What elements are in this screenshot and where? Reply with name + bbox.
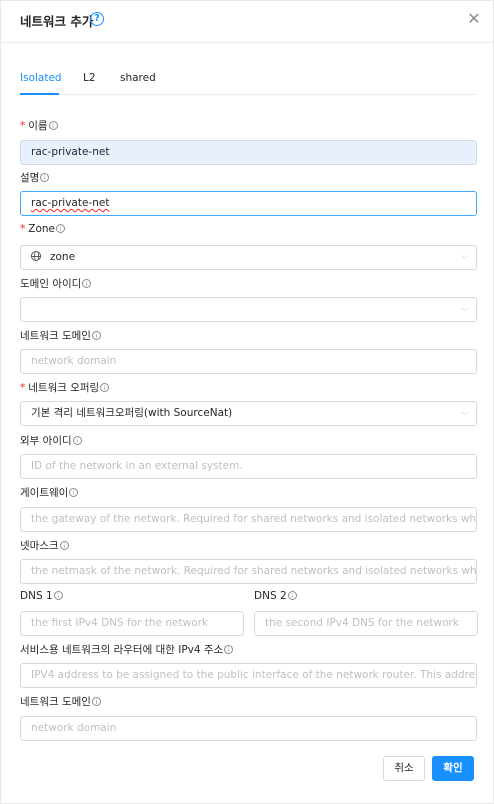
info-icon[interactable]: i [91, 331, 101, 340]
gateway-label: 게이트웨이 i [20, 485, 79, 500]
close-icon[interactable]: ✕ [466, 11, 482, 27]
tab-isolated[interactable]: Isolated [20, 72, 62, 84]
chevron-down-icon: ⌵ [461, 408, 468, 418]
cancel-button[interactable]: 취소 [383, 756, 425, 781]
dns1-input[interactable]: the first IPv4 DNS for the network [20, 611, 244, 636]
description-input[interactable]: rac-private-net [20, 191, 477, 216]
dns1-label: DNS 1i [20, 590, 63, 602]
chevron-down-icon: ⌵ [461, 252, 468, 262]
network-type-tabs: Isolated L2 shared [20, 67, 477, 95]
network-domain-label: 네트워크 도메인 i [20, 328, 101, 343]
info-icon[interactable]: i [91, 697, 101, 706]
tab-l2[interactable]: L2 [83, 72, 96, 84]
chevron-down-icon: ⌵ [461, 304, 468, 314]
external-id-label: 외부 아이디 i [20, 433, 82, 448]
network-domain-input[interactable]: network domain [20, 349, 477, 374]
gateway-input[interactable]: the gateway of the network. Required for… [20, 507, 477, 532]
info-icon[interactable]: i [53, 591, 63, 600]
zone-select[interactable]: zone ⌵ [20, 245, 477, 270]
info-icon[interactable]: i [100, 383, 110, 392]
info-icon[interactable]: i [59, 541, 69, 550]
network-domain-2-label: 네트워크 도메인 i [20, 694, 101, 709]
required-mark: * [20, 223, 26, 235]
description-label: 설명 i [20, 170, 50, 185]
network-offering-select[interactable]: 기본 격리 네트워크오퍼링(with SourceNat) ⌵ [20, 401, 477, 426]
external-id-input[interactable]: ID of the network in an external system. [20, 454, 477, 479]
add-network-dialog: 네트워크 추가 ? ✕ Isolated L2 shared * 이름 i rac-… [0, 0, 494, 804]
tab-shared[interactable]: shared [120, 72, 156, 84]
netmask-label: 넷마스크 i [20, 538, 69, 553]
name-label: * 이름 i [20, 118, 58, 133]
netmask-input[interactable]: the netmask of the network. Required for… [20, 559, 477, 584]
info-icon[interactable]: i [55, 224, 65, 233]
network-domain-2-input[interactable]: network domain [20, 716, 477, 741]
network-offering-label: * 네트워크 오퍼링 i [20, 380, 110, 395]
public-ipv4-input[interactable]: IPV4 address to be assigned to the publi… [20, 663, 477, 688]
dns2-input[interactable]: the second IPv4 DNS for the network [254, 611, 478, 636]
ok-button[interactable]: 확인 [432, 756, 474, 781]
info-icon[interactable]: i [69, 488, 79, 497]
info-icon[interactable]: i [72, 436, 82, 445]
help-icon[interactable]: ? [90, 12, 104, 26]
dialog-title: 네트워크 추가 [20, 14, 94, 29]
globe-icon [31, 251, 41, 261]
public-ipv4-label: 서비스용 네트워크의 라우터에 대한 IPv4 주소 i [20, 642, 234, 657]
required-mark: * [20, 382, 26, 394]
domain-id-select[interactable]: ⌵ [20, 297, 477, 322]
info-icon[interactable]: i [40, 173, 50, 182]
info-icon[interactable]: i [287, 591, 297, 600]
domain-id-label: 도메인 아이디 i [20, 276, 92, 291]
active-tab-indicator [20, 93, 59, 95]
required-mark: * [20, 120, 26, 132]
info-icon[interactable]: i [48, 121, 58, 130]
dialog-header: 네트워크 추가 ? ✕ [1, 1, 493, 43]
info-icon[interactable]: i [224, 645, 234, 654]
zone-label: * Zone i [20, 223, 65, 235]
name-input[interactable]: rac-private-net [20, 140, 477, 165]
dns2-label: DNS 2i [254, 590, 297, 602]
info-icon[interactable]: i [82, 279, 92, 288]
